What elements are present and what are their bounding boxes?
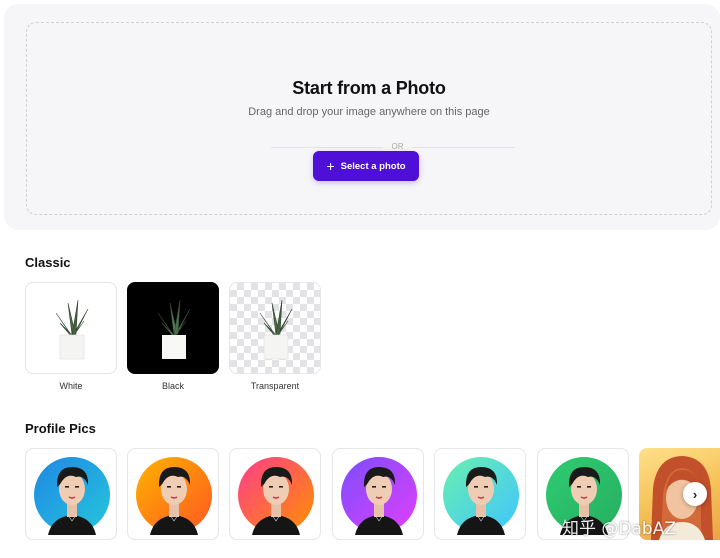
classic-black-tile[interactable] bbox=[127, 282, 219, 374]
plant-image bbox=[55, 299, 89, 360]
profile-pic-tile[interactable] bbox=[25, 448, 117, 540]
divider-line-left bbox=[271, 147, 383, 148]
carousel-next-button[interactable]: › bbox=[683, 482, 707, 506]
profile-pic-tile[interactable] bbox=[434, 448, 526, 540]
watermark-text: 知乎 @DabAZ bbox=[562, 519, 676, 539]
classic-transparent-tile[interactable] bbox=[229, 282, 321, 374]
profile-pic-tile[interactable] bbox=[332, 448, 424, 540]
profile-avatar bbox=[341, 457, 417, 535]
classic-white-tile[interactable] bbox=[25, 282, 117, 374]
plus-icon: + bbox=[326, 157, 335, 174]
profile-pic-tile[interactable] bbox=[127, 448, 219, 540]
classic-section-title: Classic bbox=[25, 255, 71, 270]
chevron-right-icon: › bbox=[692, 486, 698, 502]
or-label: OR bbox=[391, 142, 404, 151]
profile-pic-tile[interactable] bbox=[229, 448, 321, 540]
classic-transparent-label: Transparent bbox=[250, 381, 300, 391]
profile-avatar bbox=[136, 457, 212, 535]
profile-avatar bbox=[238, 457, 314, 535]
profile-section-title: Profile Pics bbox=[25, 421, 96, 436]
plant-image bbox=[157, 299, 191, 359]
plant-image bbox=[259, 299, 293, 360]
divider-line-right bbox=[412, 147, 515, 148]
profile-avatar bbox=[34, 457, 110, 535]
select-photo-button[interactable]: + Select a photo bbox=[313, 151, 419, 181]
drop-zone[interactable]: Start from a Photo Drag and drop your im… bbox=[26, 22, 712, 215]
classic-white-label: White bbox=[59, 381, 83, 391]
upload-subtitle: Drag and drop your image anywhere on thi… bbox=[248, 106, 490, 118]
upload-panel: Start from a Photo Drag and drop your im… bbox=[4, 4, 720, 230]
profile-avatar bbox=[443, 457, 519, 535]
classic-black-label: Black bbox=[161, 381, 184, 391]
select-photo-label: Select a photo bbox=[340, 160, 406, 172]
upload-title: Start from a Photo bbox=[292, 78, 446, 98]
